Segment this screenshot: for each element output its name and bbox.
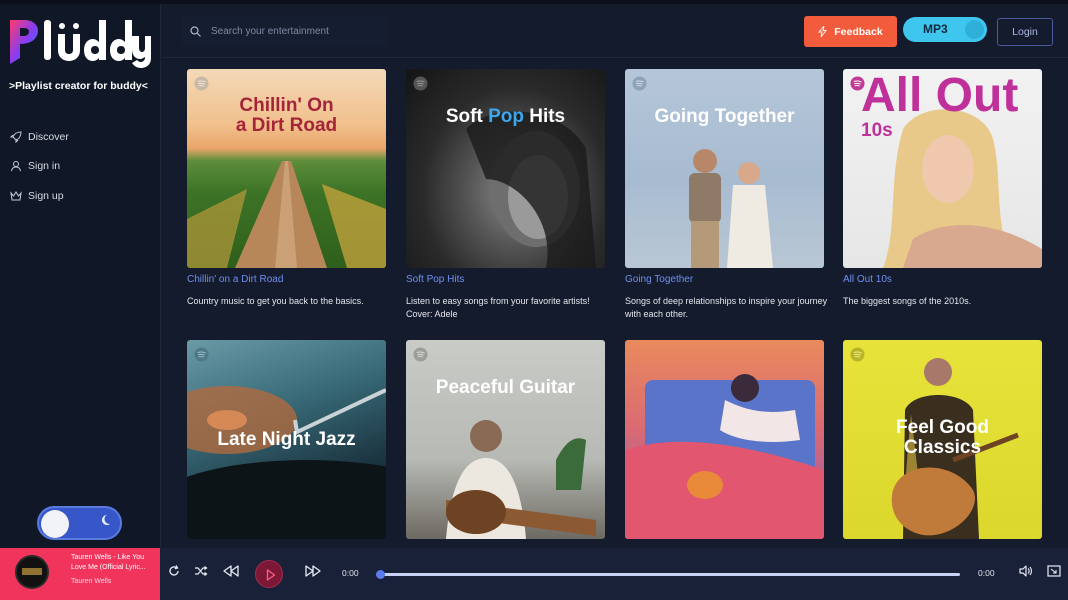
play-button[interactable] <box>255 560 283 588</box>
sidebar-item-label: Sign in <box>28 160 61 173</box>
cover-art-lofi-girl <box>625 374 824 539</box>
user-icon <box>11 161 21 172</box>
mp3-toggle-knob <box>965 20 984 39</box>
cover-art-guitarist <box>446 420 596 539</box>
now-playing[interactable]: Tauren Wells - Like You Love Me (Officia… <box>0 548 160 600</box>
player-bar: Tauren Wells - Like You Love Me (Officia… <box>0 548 1068 600</box>
sidebar-item-label: Discover <box>28 130 69 143</box>
volume-icon[interactable] <box>1019 564 1033 578</box>
feedback-button[interactable]: Feedback <box>804 16 897 47</box>
app-logo[interactable] <box>8 14 153 70</box>
cover-title: All Out <box>861 69 1019 122</box>
next-icon[interactable] <box>304 564 322 578</box>
playlist-description: The biggest songs of the 2010s. <box>843 296 972 306</box>
playlist-title[interactable]: Chillin' on a Dirt Road <box>187 274 283 285</box>
album-art <box>15 555 49 589</box>
crown-icon <box>10 190 22 201</box>
login-button[interactable]: Login <box>997 18 1053 46</box>
sidebar-item-sign-in[interactable]: Sign in <box>10 152 69 182</box>
cover-title: Going Together <box>654 106 795 127</box>
playlist-description: Listen to easy songs from your favorite … <box>406 296 590 320</box>
spotify-icon <box>413 76 428 91</box>
playlist-cover[interactable] <box>625 340 824 539</box>
rocket-icon <box>10 131 22 143</box>
search-input[interactable] <box>211 25 381 37</box>
playlist-title[interactable]: Going Together <box>625 274 693 285</box>
spotify-icon <box>194 76 209 91</box>
cover-subtitle: 10s <box>861 120 893 141</box>
spotify-icon <box>194 347 209 362</box>
cover-art-couple <box>689 149 773 268</box>
playlist-cover[interactable]: Chillin' On a Dirt Road <box>187 69 386 268</box>
current-time: 0:00 <box>342 568 359 578</box>
cover-art-portrait <box>466 111 596 268</box>
track-artist: Tauren Wells <box>71 578 112 585</box>
spotify-icon <box>413 347 428 362</box>
cover-title: Late Night Jazz <box>217 429 356 450</box>
playlist-cover[interactable]: All Out 10s <box>843 69 1042 268</box>
tagline: >Playlist creator for buddy< <box>9 80 148 92</box>
spotify-icon <box>850 347 865 362</box>
duration: 0:00 <box>978 568 995 578</box>
playlist-cover[interactable]: Late Night Jazz <box>187 340 386 539</box>
cover-title: Chillin' On a Dirt Road <box>235 95 338 136</box>
playlist-description: Country music to get you back to the bas… <box>187 296 364 306</box>
sidebar-item-sign-up[interactable]: Sign up <box>10 181 69 211</box>
play-icon <box>266 569 276 581</box>
playlist-title[interactable]: Soft Pop Hits <box>406 274 464 285</box>
search-bar <box>182 16 388 46</box>
previous-icon[interactable] <box>222 564 240 578</box>
sidebar-item-label: Sign up <box>28 189 64 202</box>
sidebar: >Playlist creator for buddy< Discover Si… <box>0 4 161 548</box>
repeat-icon[interactable] <box>167 564 181 578</box>
mp3-toggle[interactable]: MP3 <box>903 17 987 42</box>
theme-toggle[interactable] <box>37 506 122 540</box>
moon-icon <box>102 515 110 525</box>
sidebar-item-discover[interactable]: Discover <box>10 122 69 152</box>
spotify-icon <box>632 76 647 91</box>
playlist-cover[interactable]: Going Together <box>625 69 824 268</box>
header: Feedback MP3 Login <box>162 4 1068 58</box>
playlist-title[interactable]: All Out 10s <box>843 274 892 285</box>
search-icon <box>190 25 201 37</box>
progress-handle[interactable] <box>376 570 385 579</box>
cover-title: Soft Pop Hits <box>445 106 566 127</box>
feedback-label: Feedback <box>834 25 883 38</box>
picture-in-picture-icon[interactable] <box>1047 564 1061 578</box>
cover-title: Feel Good Classics <box>896 417 989 458</box>
track-title: Tauren Wells - Like You Love Me (Officia… <box>71 554 146 572</box>
playlist-cover[interactable]: Soft Pop Hits <box>406 69 605 268</box>
lightning-icon <box>818 26 828 37</box>
sidebar-nav: Discover Sign in Sign up <box>10 122 69 211</box>
theme-toggle-knob <box>41 510 69 538</box>
cover-title: Peaceful Guitar <box>435 377 576 398</box>
playlist-description: Songs of deep relationships to inspire y… <box>625 296 828 320</box>
mp3-label: MP3 <box>923 22 948 36</box>
progress-bar[interactable] <box>376 570 960 579</box>
shuffle-icon[interactable] <box>194 564 208 578</box>
playlist-cover[interactable]: Feel Good Classics <box>843 340 1042 539</box>
playlist-cover[interactable]: Peaceful Guitar <box>406 340 605 539</box>
